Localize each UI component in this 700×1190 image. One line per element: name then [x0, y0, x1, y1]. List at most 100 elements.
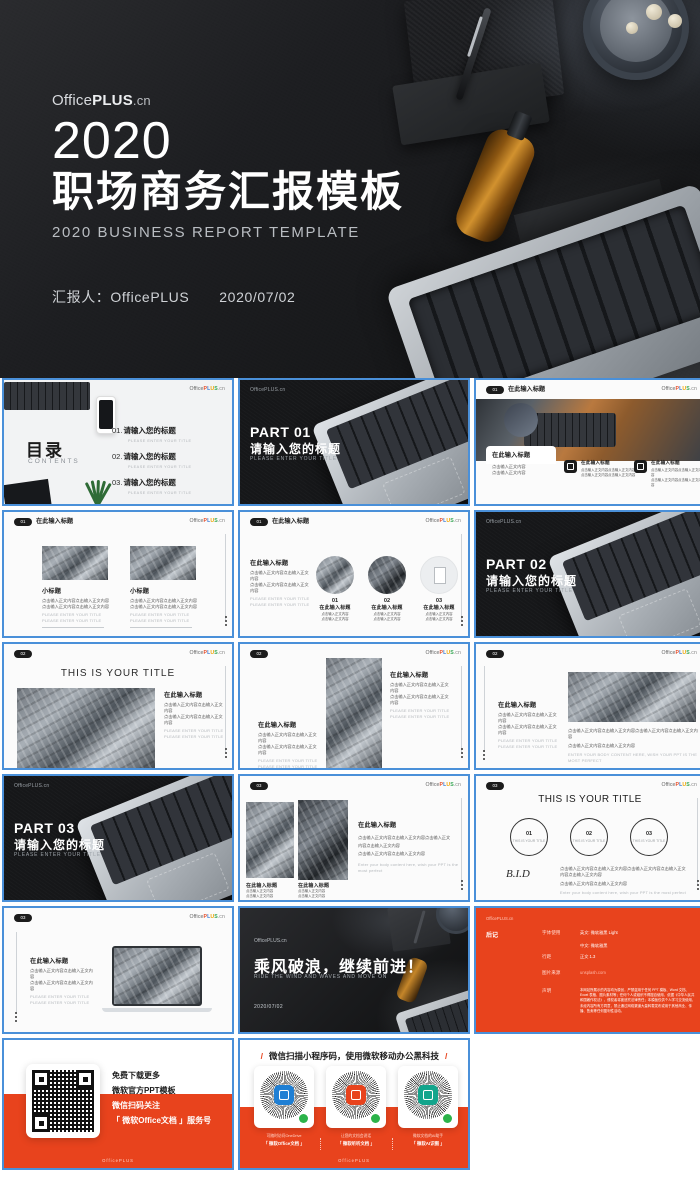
slide-thumbnail-closing[interactable]: OfficePLUS.cn 乘风破浪，继续前进！ RIDE THE WIND A…	[238, 906, 470, 1034]
photo-caption-1: 在此输入标题 点击输入正文内容 点击输入正文内容	[246, 882, 294, 899]
slide-thumbnail-contents[interactable]: OfficePLUS.cn 目录 CONTENTS 01.请输入您的标题 PLE…	[2, 378, 234, 506]
qr-miniprogram-card-1[interactable]	[254, 1066, 314, 1128]
right-scroll-rule	[461, 666, 462, 752]
circle-item-2[interactable]: 02 在此输入标题 点击输入正文内容 点击输入正文内容	[368, 598, 406, 622]
brand-logo-small: OfficePLUS.cn	[425, 518, 461, 524]
thumbnail-row-5: 03 OfficePLUS.cn 在此输入标题 点击输入正文内容点击输入正文内容	[0, 906, 700, 1034]
right-line-2: 点击输入正文内容点击输入正文内容	[390, 694, 449, 705]
right-scroll-rule	[225, 534, 226, 620]
cover-text-block: OfficePLUS.cn 2020 职场商务汇报模板 2020 BUSINES…	[52, 92, 404, 307]
right-text-block: 在此输入标题 点击输入正文内容点击输入正文内容点击输入正文 内容点击输入正文内容…	[358, 820, 460, 874]
qr-miniprogram-card-2[interactable]	[326, 1066, 386, 1128]
right-line-1: 点击输入正文内容点击输入正文内容点击输入正文	[358, 835, 451, 840]
part-subtitle: PLEASE ENTER YOUR TITLE	[250, 456, 337, 462]
brand-cn-text: .cn	[217, 386, 225, 392]
cover-slide[interactable]: OfficePLUS.cn 2020 职场商务汇报模板 2020 BUSINES…	[0, 0, 700, 378]
credits-key: 行距	[542, 954, 552, 959]
circle-item-1[interactable]: 01 在此输入标题 点击输入正文内容 点击输入正文内容	[316, 598, 354, 622]
slide-thumbnail-part-01[interactable]: OfficePLUS.cn PART 01 请输入您的标题 PLEASE ENT…	[238, 378, 470, 506]
circle-line-2: 点击输入正文内容	[425, 617, 453, 621]
left-line-2: 点击输入正文内容点击输入正文内容	[250, 582, 309, 593]
card-line-2: 点击输入正文内容点击输入正文内容	[42, 604, 110, 609]
right-title: 在此输入标题	[390, 672, 429, 679]
circle-item-3[interactable]: 03 THIS IS YOUR TITLE	[630, 818, 668, 856]
caption-title: 在此输入标题	[298, 883, 330, 889]
icon-item-line-2: 点击输入正文内容点击输入正文内容	[581, 473, 636, 477]
card-2[interactable]: 小标题 点击输入正文内容点击输入正文内容 点击输入正文内容点击输入正文内容 PL…	[130, 586, 197, 628]
cover-title: 职场商务汇报模板	[52, 168, 405, 215]
slide-thumbnail-two-photos-text[interactable]: 03 OfficePLUS.cn 在此输入标题 点击输入正文内容 点击输入正文内…	[238, 774, 470, 902]
slide-thumbnail-title-image[interactable]: 02 OfficePLUS.cn THIS IS YOUR TITLE 在此输入…	[2, 642, 234, 770]
corner-dots	[483, 750, 485, 760]
brand-logo-small: OfficePLUS.cn	[189, 518, 225, 524]
caption-title: 在此输入标题	[246, 883, 278, 889]
credits-key: 声明	[542, 988, 552, 993]
contents-item-2[interactable]: 02.请输入您的标题 PLEASE ENTER YOUR TITLE	[112, 446, 191, 469]
circle-title: 在此输入标题	[371, 605, 403, 611]
reporter-name: OfficePLUS	[110, 289, 190, 305]
hand-in-photo	[504, 403, 538, 437]
part-title: 请输入您的标题	[250, 442, 342, 456]
part-subtitle: PLEASE ENTER YOUR TITLE	[14, 852, 101, 858]
right-line-2: 点击输入正文内容点击输入正文内容	[164, 714, 223, 725]
circle-image-1	[316, 556, 354, 594]
body-en: ENTER YOUR BODY CONTENT HERE, WISH YOUR …	[568, 752, 698, 763]
slide-thumbnail-photo-icons[interactable]: 01 在此输入标题 OfficePLUS.cn 在此输入标题 点击输入正文内容 …	[474, 378, 700, 506]
card-1[interactable]: 小标题 点击输入正文内容点击输入正文内容 点击输入正文内容点击输入正文内容 PL…	[42, 586, 109, 628]
circle-item-3[interactable]: 03 在此输入标题 点击输入正文内容 点击输入正文内容	[420, 598, 458, 622]
contents-item-1[interactable]: 01.请输入您的标题 PLEASE ENTER YOUR TITLE	[112, 420, 191, 443]
corner-dots	[461, 748, 463, 760]
ppt-template-preview-page: OfficePLUS.cn 2020 职场商务汇报模板 2020 BUSINES…	[0, 0, 700, 1190]
slide-thumbnail-three-circles[interactable]: 01 在此输入标题 OfficePLUS.cn 在此输入标题 点击输入正文内容点…	[238, 510, 470, 638]
slide-badge: 01	[250, 518, 268, 526]
slide-thumbnail-circles-title[interactable]: 03 OfficePLUS.cn THIS IS YOUR TITLE 01 T…	[474, 774, 700, 902]
qr-finder-top-left	[32, 1070, 50, 1088]
save-icon	[564, 460, 577, 473]
photo-2	[298, 800, 348, 880]
body-text-block: 点击输入正文内容点击输入正文内容点击输入正文内容点击输入正文内容点击输入正文内容…	[560, 866, 688, 896]
left-rule	[16, 932, 17, 1014]
cover-subtitle: 2020 BUSINESS REPORT TEMPLATE	[52, 224, 360, 241]
slide-thumbnail-credits[interactable]: OfficePLUS.cn 后记 字体使用 英文: 微软雅黑 Light 中文:…	[474, 906, 700, 1034]
right-en-2: PLEASE ENTER YOUR TITLE	[164, 734, 224, 739]
slide-thumbnail-image-right[interactable]: 02 OfficePLUS.cn 在此输入标题 点击输入正文内容点击输入正文内容	[474, 642, 700, 770]
photo-1	[246, 802, 294, 878]
circle-line-2: 点击输入正文内容	[373, 617, 401, 621]
icon-item-2[interactable]: 在此输入标题 点击输入正文内容点击输入正文内容 点击输入正文内容点击输入正文内容	[634, 460, 700, 488]
qr-code-card[interactable]	[26, 1064, 100, 1138]
contents-item-3[interactable]: 03.请输入您的标题 PLEASE ENTER YOUR TITLE	[112, 472, 191, 495]
circle-label: THIS IS YOUR TITLE	[572, 839, 606, 843]
circle-item-2[interactable]: 02 THIS IS YOUR TITLE	[570, 818, 608, 856]
slide-thumbnail-qr-miniprograms[interactable]: / 微信扫描小程序码，使用微软移动办公黑科技 / 可随时访问OneDrive 「 微…	[238, 1038, 470, 1170]
brand-logo-small: OfficePLUS.cn	[486, 519, 522, 525]
slide-thumbnail-part-03[interactable]: OfficePLUS.cn PART 03 请输入您的标题 PLEASE ENT…	[2, 774, 234, 902]
brand-plus-text: PLUS	[92, 92, 133, 109]
circle-title: 在此输入标题	[423, 605, 455, 611]
brand-cn-text: .cn	[453, 518, 461, 524]
slide-badge: 02	[250, 650, 268, 658]
card-line-2: 点击输入正文内容点击输入正文内容	[130, 604, 198, 609]
circle-line-2: 点击输入正文内容	[321, 617, 349, 621]
slide-thumbnail-two-cards[interactable]: 01 在此输入标题 OfficePLUS.cn 小标题 点击输入正文内容点击输入…	[2, 510, 234, 638]
qr-miniprogram-card-3[interactable]	[398, 1066, 458, 1128]
laptop-mockup-base	[102, 1008, 212, 1012]
brand-office-text: Office	[52, 92, 93, 109]
slide-thumbnail-laptop-mockup[interactable]: 03 OfficePLUS.cn 在此输入标题 点击输入正文内容点击输入正文内容	[2, 906, 234, 1034]
slash-decoration-left: /	[260, 1051, 263, 1061]
script-mark: B.I.D	[506, 868, 530, 880]
slide-thumbnail-qr-follow[interactable]: 免费下载更多 微软官方PPT模板 微信扫码关注 「 微软Office文档 」服务…	[2, 1038, 234, 1170]
main-image	[17, 688, 155, 768]
card-en-2: PLEASE ENTER YOUR TITLE	[130, 618, 190, 623]
slide-thumbnail-center-image[interactable]: 02 OfficePLUS.cn 在此输入标题 点击输入正文内容点击输入正文内容…	[238, 642, 470, 770]
brand-logo-small: OfficePLUS.cn	[254, 938, 287, 944]
right-line-1: 点击输入正文内容点击输入正文内容	[164, 702, 223, 713]
left-title: 在此输入标题	[30, 958, 69, 965]
contents-subtitle: CONTENTS	[28, 458, 80, 465]
icon-item-1[interactable]: 在此输入标题 点击输入正文内容点击输入正文内容 点击输入正文内容点击输入正文内容	[564, 460, 635, 478]
icon-item-line-2: 点击输入正文内容点击输入正文内容	[651, 478, 700, 487]
slide-badge: 02	[486, 650, 504, 658]
left-rule	[484, 666, 485, 752]
slide-thumbnail-part-02[interactable]: OfficePLUS.cn PART 02 请输入您的标题 PLEASE ENT…	[474, 510, 700, 638]
contents-item-number: 01.	[112, 426, 123, 435]
circle-item-1[interactable]: 01 THIS IS YOUR TITLE	[510, 818, 548, 856]
